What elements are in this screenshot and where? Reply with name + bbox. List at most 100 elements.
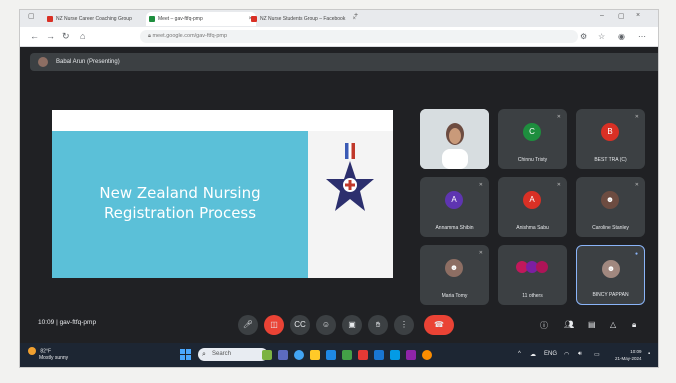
more-options-button[interactable]: ⋮ <box>394 315 414 335</box>
participant-tile-speaking[interactable]: ● ☻ BINCY PAPPAN <box>576 245 645 305</box>
taskbar-search[interactable]: ⌕ Search <box>198 348 268 361</box>
participant-name: Maria Tomy <box>441 293 468 299</box>
nursing-badge-icon <box>326 161 374 211</box>
meet-call-area: Babal Arun (Presenting) New Zealand Nurs… <box>20 47 658 343</box>
participant-name: BINCY PAPPAN <box>592 292 629 298</box>
participant-photo-avatar: ☻ <box>602 260 620 278</box>
minimize-icon[interactable]: – <box>600 12 604 19</box>
participant-tile-self-video[interactable] <box>420 109 489 169</box>
language-icon[interactable]: ENG <box>544 351 557 357</box>
presenter-banner: Babal Arun (Presenting) <box>30 53 658 71</box>
edge-icon[interactable] <box>326 350 336 360</box>
mic-off-icon: ✕ <box>478 182 483 188</box>
participant-name: Chinnu Tristy <box>517 157 548 163</box>
chrome-icon[interactable] <box>294 350 304 360</box>
participant-name: BEST TRA (C) <box>594 157 627 163</box>
taskbar-clock[interactable]: 10:09 21-May-2024 <box>615 348 642 362</box>
mic-off-icon: ✕ <box>556 114 561 120</box>
back-icon[interactable]: ← <box>30 31 39 41</box>
outlook-icon[interactable] <box>374 350 384 360</box>
sun-icon <box>28 347 36 355</box>
slide-title: New Zealand Nursing Registration Process <box>99 184 261 222</box>
participant-tile[interactable]: ✕ A Anishma Sabu <box>498 177 567 237</box>
widgets-icon[interactable] <box>262 350 272 360</box>
tab-nurse-students[interactable]: NZ Nurse Students Group – Facebook × <box>248 12 360 26</box>
tab-favicon-icon <box>47 16 53 22</box>
info-icon[interactable]: ⓘ <box>540 320 548 331</box>
mic-button[interactable]: 🎤︎ <box>238 315 258 335</box>
participant-tile[interactable]: ✕ ☻ Caroline Stanley <box>576 177 645 237</box>
meet-favicon-icon <box>149 16 155 22</box>
participant-video <box>420 109 489 169</box>
tab-actions-icon[interactable]: ▢ <box>28 12 35 20</box>
forward-icon[interactable]: → <box>46 31 55 41</box>
app-icon[interactable] <box>358 350 368 360</box>
activities-icon[interactable]: △ <box>610 320 616 329</box>
show-hidden-icons-icon[interactable]: ^ <box>518 351 521 357</box>
participant-photo-avatar: ☻ <box>445 259 463 277</box>
favorites-icon[interactable]: ☆ <box>598 32 605 41</box>
participant-photo-avatar: ☻ <box>601 191 619 209</box>
captions-button[interactable]: CC <box>290 315 310 335</box>
mic-off-icon: ✕ <box>634 182 639 188</box>
windows-taskbar: 82°F Mostly sunny ⌕ Search ^ ☁ ENG ◠ 🔊︎ … <box>20 343 658 367</box>
participant-tile[interactable]: ✕ B BEST TRA (C) <box>576 109 645 169</box>
more-icon[interactable]: ⋯ <box>638 32 646 41</box>
reload-icon[interactable]: ↻ <box>62 31 70 42</box>
participant-avatar: A <box>523 191 541 209</box>
close-window-icon[interactable]: × <box>636 12 640 19</box>
battery-icon[interactable]: ▭ <box>594 351 600 358</box>
participant-tile[interactable]: ✕ A Annamma Shibin <box>420 177 489 237</box>
meeting-info: 10:09 | gav-ftfq-pmp <box>38 319 97 326</box>
search-icon: ⌕ <box>202 351 206 358</box>
raise-hand-button[interactable]: ✋︎ <box>368 315 388 335</box>
volume-icon[interactable]: 🔊︎ <box>578 351 582 358</box>
start-button[interactable] <box>180 349 192 361</box>
tab-meet[interactable]: Meet – gav-ftfq-pmp × <box>146 12 256 26</box>
firefox-icon[interactable] <box>422 350 432 360</box>
participant-avatar: B <box>601 123 619 141</box>
slide-image-panel <box>308 131 393 278</box>
mic-off-icon: ✕ <box>634 114 639 120</box>
slide-title-panel: New Zealand Nursing Registration Process <box>52 131 308 278</box>
participant-name: Annamma Shibin <box>435 225 474 231</box>
lock-icon: 🔒︎ <box>148 33 151 39</box>
file-explorer-icon[interactable] <box>310 350 320 360</box>
address-bar-row: ← → ↻ ⌂ 🔒︎ meet.google.com/gav-ftfq-pmp … <box>20 27 658 47</box>
others-count: 11 others <box>522 293 543 299</box>
present-button[interactable]: ▣ <box>342 315 362 335</box>
participant-tile[interactable]: ✕ C Chinnu Tristy <box>498 109 567 169</box>
url-input[interactable]: 🔒︎ meet.google.com/gav-ftfq-pmp <box>140 30 578 43</box>
profile-icon[interactable]: ◉ <box>618 32 625 41</box>
participant-tile[interactable]: ✕ ☻ Maria Tomy <box>420 245 489 305</box>
chat-icon[interactable]: ▤ <box>588 320 596 329</box>
presenter-avatar <box>38 57 48 67</box>
meet-controls: 10:09 | gav-ftfq-pmp 🎤︎ ◫ CC ☺ ▣ ✋︎ ⋮ ☎ … <box>20 308 658 340</box>
cloud-icon[interactable]: ☁ <box>530 351 536 358</box>
participant-avatar: A <box>445 191 463 209</box>
host-controls-icon[interactable]: 🔒︎ <box>632 320 636 330</box>
new-tab-icon[interactable]: + <box>354 12 358 19</box>
speaking-icon: ● <box>634 251 638 257</box>
participant-name: Caroline Stanley <box>592 225 629 231</box>
tab-career-coaching[interactable]: NZ Nurse Career Coaching Group × <box>44 12 154 26</box>
weather-widget[interactable]: 82°F Mostly sunny <box>28 347 68 362</box>
shared-screen: New Zealand Nursing Registration Process <box>52 110 393 278</box>
mic-off-icon: ✕ <box>556 182 561 188</box>
store-icon[interactable] <box>342 350 352 360</box>
wifi-icon[interactable]: ◠ <box>564 351 569 358</box>
camera-off-button[interactable]: ◫ <box>264 315 284 335</box>
leave-call-button[interactable]: ☎ <box>424 315 454 335</box>
notifications-icon[interactable]: ▪ <box>648 351 650 357</box>
home-icon[interactable]: ⌂ <box>80 31 85 41</box>
people-icon[interactable]: 👥︎ <box>564 320 574 329</box>
app-icon[interactable] <box>390 350 400 360</box>
extensions-icon[interactable]: ⚙ <box>580 32 587 41</box>
maximize-icon[interactable]: ▢ <box>618 12 625 20</box>
browser-tab-bar: ▢ NZ Nurse Career Coaching Group × Meet … <box>20 10 658 27</box>
participant-avatar: C <box>523 123 541 141</box>
teams-icon[interactable] <box>406 350 416 360</box>
emoji-button[interactable]: ☺ <box>316 315 336 335</box>
others-tile[interactable]: 11 others <box>498 245 567 305</box>
task-view-icon[interactable] <box>278 350 288 360</box>
